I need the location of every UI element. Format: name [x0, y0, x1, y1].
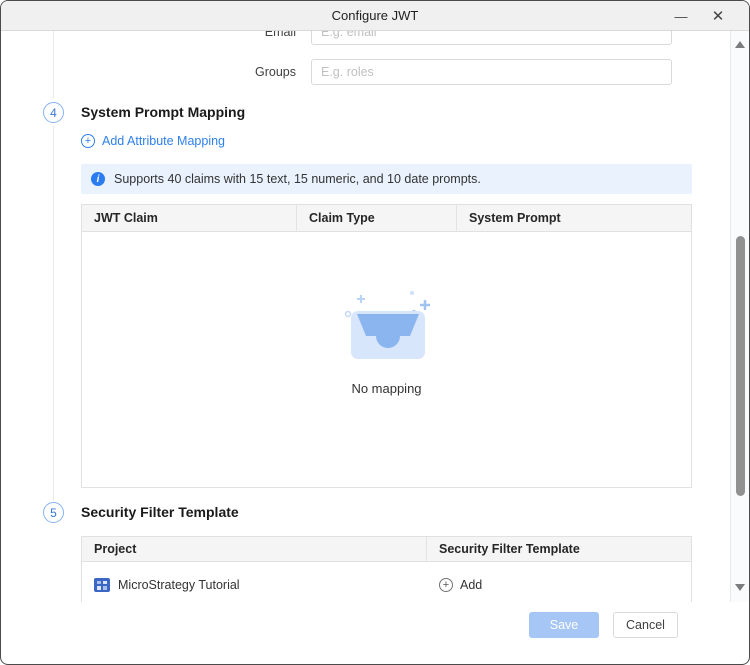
dialog-scroll-area: Email Groups 4 System Prompt Mapping + A… [1, 31, 749, 602]
step-4-badge: 4 [43, 102, 64, 123]
scroll-down-icon[interactable] [735, 584, 745, 591]
titlebar: Configure JWT — ✕ [1, 1, 749, 31]
window-title: Configure JWT [332, 8, 419, 23]
email-label: Email [196, 31, 296, 41]
step-connector-line [53, 126, 54, 500]
empty-state: No mapping [82, 232, 691, 396]
groups-label: Groups [196, 63, 296, 81]
table-row: MicroStrategy Tutorial + Add [82, 562, 691, 602]
cancel-button[interactable]: Cancel [613, 612, 678, 638]
project-icon [94, 578, 110, 592]
vertical-scrollbar[interactable] [730, 31, 749, 602]
section-title-security-filter: Security Filter Template [81, 502, 239, 523]
empty-state-text: No mapping [351, 381, 421, 396]
mapping-table: JWT Claim Claim Type System Prompt No ma… [81, 204, 692, 488]
scrollbar-thumb[interactable] [736, 236, 745, 496]
column-header-security-filter-template: Security Filter Template [427, 537, 691, 561]
empty-inbox-illustration [329, 285, 445, 369]
groups-field[interactable] [311, 59, 672, 85]
info-icon: i [91, 172, 105, 186]
column-header-system-prompt: System Prompt [457, 205, 691, 231]
section-title-prompt-mapping: System Prompt Mapping [81, 102, 245, 123]
mapping-table-header: JWT Claim Claim Type System Prompt [82, 205, 691, 232]
column-header-project: Project [82, 537, 427, 561]
column-header-jwt-claim: JWT Claim [82, 205, 297, 231]
plus-circle-icon: + [439, 578, 453, 592]
add-attribute-mapping-button[interactable]: + Add Attribute Mapping [81, 134, 225, 148]
save-button[interactable]: Save [529, 612, 599, 638]
column-header-claim-type: Claim Type [297, 205, 457, 231]
add-label: Add [460, 578, 482, 592]
plus-circle-icon: + [81, 134, 95, 148]
security-filter-table: Project Security Filter Template MicroSt… [81, 536, 692, 602]
step-5-badge: 5 [43, 502, 64, 523]
configure-jwt-dialog: Configure JWT — ✕ Email Groups 4 System … [0, 0, 750, 665]
email-field[interactable] [311, 31, 672, 45]
project-name: MicroStrategy Tutorial [118, 578, 240, 592]
project-cell: MicroStrategy Tutorial [82, 578, 427, 592]
info-banner: i Supports 40 claims with 15 text, 15 nu… [81, 164, 692, 194]
close-icon[interactable]: ✕ [705, 1, 731, 31]
add-security-filter-button[interactable]: + Add [427, 578, 482, 592]
minimize-icon[interactable]: — [668, 1, 694, 31]
step-connector-line [53, 31, 54, 98]
security-table-header: Project Security Filter Template [82, 537, 691, 562]
add-attribute-mapping-label: Add Attribute Mapping [102, 134, 225, 148]
info-banner-text: Supports 40 claims with 15 text, 15 nume… [114, 172, 481, 186]
scroll-up-icon[interactable] [735, 41, 745, 48]
